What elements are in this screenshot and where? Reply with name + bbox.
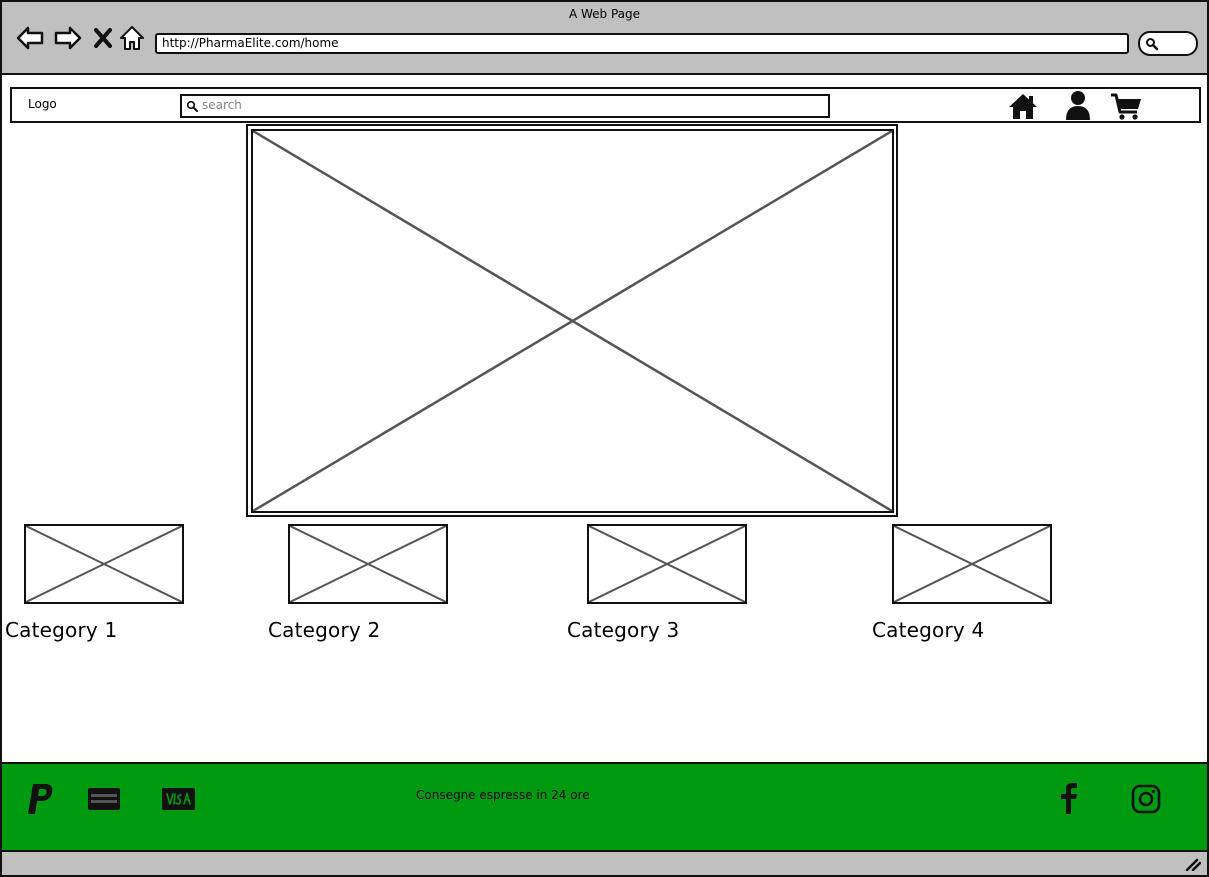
home-icon[interactable] (118, 24, 146, 52)
home-icon[interactable] (1008, 92, 1038, 120)
cart-icon[interactable] (1110, 92, 1142, 122)
delivery-notice: Consegne espresse in 24 ore (416, 788, 590, 802)
site-search-input[interactable]: search (180, 94, 830, 118)
site-footer: Consegne espresse in 24 ore (2, 762, 1207, 852)
status-bar (2, 852, 1207, 875)
hero-image (246, 124, 898, 517)
user-icon[interactable] (1065, 90, 1091, 120)
browser-toolbar: A Web Page http://PharmaElite.com/home (2, 2, 1207, 75)
category-2-label[interactable]: Category 2 (268, 618, 380, 642)
paypal-icon (26, 782, 58, 816)
logo[interactable]: Logo (28, 97, 57, 111)
search-icon (1146, 38, 1159, 51)
browser-window: A Web Page http://PharmaElite.com/home L… (0, 0, 1209, 877)
image-placeholder-icon (253, 131, 892, 511)
category-1-label[interactable]: Category 1 (5, 618, 117, 642)
search-placeholder: search (202, 98, 242, 112)
category-2-image[interactable] (288, 524, 448, 604)
facebook-icon[interactable] (1058, 782, 1078, 814)
resize-grip-icon[interactable] (1185, 857, 1201, 871)
stop-icon[interactable] (92, 24, 120, 52)
visa-icon (162, 788, 195, 810)
category-3-label[interactable]: Category 3 (567, 618, 679, 642)
category-4-image[interactable] (892, 524, 1052, 604)
browser-search-box[interactable] (1138, 31, 1198, 56)
forward-arrow-icon[interactable] (54, 24, 82, 52)
search-icon (186, 100, 198, 112)
category-3-image[interactable] (587, 524, 747, 604)
site-header: Logo search (10, 87, 1201, 123)
instagram-icon[interactable] (1131, 784, 1161, 814)
url-bar[interactable]: http://PharmaElite.com/home (155, 33, 1129, 54)
back-arrow-icon[interactable] (16, 24, 44, 52)
amex-icon (88, 788, 120, 810)
category-1-image[interactable] (24, 524, 184, 604)
window-title: A Web Page (568, 7, 641, 21)
category-4-label[interactable]: Category 4 (872, 618, 984, 642)
